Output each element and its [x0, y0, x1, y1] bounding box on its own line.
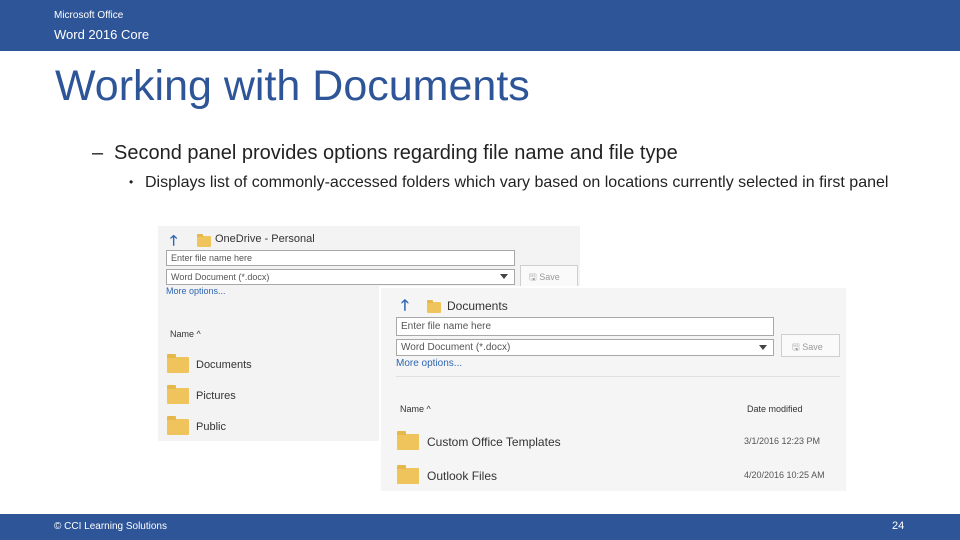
- filetype-select[interactable]: Word Document (*.docx): [166, 269, 515, 285]
- chevron-down-icon: [500, 274, 508, 279]
- chevron-down-icon: [759, 344, 767, 350]
- save-button-label: Save: [802, 342, 823, 352]
- bullet-main: – Second panel provides options regarding…: [92, 142, 678, 165]
- save-icon: 🖫: [529, 272, 537, 282]
- slide-title: Working with Documents: [55, 62, 530, 110]
- more-options-link[interactable]: More options...: [166, 286, 226, 296]
- bullet-sub: • Displays list of commonly-accessed fol…: [129, 172, 919, 193]
- folder-icon: [427, 300, 441, 313]
- save-button-label: Save: [539, 272, 560, 282]
- page-number: 24: [892, 520, 905, 532]
- folder-icon: [167, 385, 189, 404]
- filename-input[interactable]: Enter file name here: [396, 317, 774, 336]
- brand-label: Microsoft Office: [54, 10, 124, 21]
- filename-input[interactable]: Enter file name here: [166, 250, 515, 266]
- copyright-label: © CCI Learning Solutions: [54, 521, 167, 532]
- bullet-sub-text: Displays list of commonly-accessed folde…: [145, 174, 889, 191]
- slide-header: Microsoft Office Word 2016 Core: [0, 0, 960, 51]
- filetype-value: Word Document (*.docx): [401, 342, 511, 353]
- slide-footer: © CCI Learning Solutions 24: [0, 514, 960, 540]
- location-label: OneDrive - Personal: [215, 233, 315, 245]
- folder-item-label[interactable]: Pictures: [196, 390, 236, 402]
- save-panel-documents: 🡑 Documents Enter file name here Word Do…: [381, 288, 846, 491]
- divider: [396, 376, 840, 377]
- course-label: Word 2016 Core: [54, 27, 150, 42]
- filetype-select[interactable]: Word Document (*.docx): [396, 339, 774, 356]
- date-column-header[interactable]: Date modified: [747, 404, 803, 414]
- name-column-header[interactable]: Name ^: [170, 329, 201, 339]
- folder-icon: [167, 416, 189, 435]
- bullet-dot: •: [129, 175, 134, 189]
- filetype-value: Word Document (*.docx): [171, 272, 270, 282]
- folder-icon: [397, 465, 419, 484]
- folder-icon: [197, 234, 211, 247]
- save-button[interactable]: 🖫 Save: [520, 265, 578, 287]
- folder-icon: [167, 354, 189, 373]
- save-icon: 🖫: [792, 342, 800, 352]
- folder-item-label[interactable]: Public: [196, 421, 226, 433]
- more-options-link[interactable]: More options...: [396, 358, 462, 369]
- location-label: Documents: [447, 299, 508, 313]
- name-column-header[interactable]: Name ^: [400, 404, 431, 414]
- folder-row-date: 3/1/2016 12:23 PM: [744, 436, 821, 446]
- bullet-main-text: Second panel provides options regarding …: [114, 142, 678, 164]
- save-button[interactable]: 🖫 Save: [781, 334, 840, 357]
- folder-row-name[interactable]: Outlook Files: [427, 469, 497, 483]
- folder-item-label[interactable]: Documents: [196, 359, 252, 371]
- folder-row-date: 4/20/2016 10:25 AM: [744, 470, 825, 480]
- folder-row-name[interactable]: Custom Office Templates: [427, 435, 561, 449]
- bullet-dash: –: [92, 142, 104, 164]
- folder-icon: [397, 431, 419, 450]
